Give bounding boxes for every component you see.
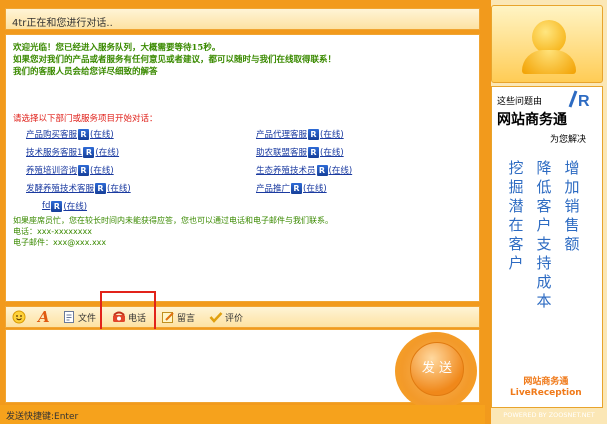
welcome-line: 我们的客服人员会给您详尽细致的解答	[13, 67, 158, 77]
agent-avatar-body	[522, 50, 576, 74]
agent-avatar-icon	[532, 20, 566, 54]
ad-bottom-brand: 网站商务通 LiveReception	[510, 377, 582, 399]
welcome-line: 如果您对我们的产品或者服务有任何意见或者建议，都可以随时与我们在线取得联系！	[13, 55, 337, 65]
send-shortcut-hint: 发送快捷键:Enter	[6, 412, 79, 422]
ad-bottom-brand-name: 网站商务通	[523, 377, 569, 387]
department-status[interactable]: (在线)	[320, 128, 344, 140]
online-r-icon: R	[78, 128, 90, 140]
file-button[interactable]: 文件	[62, 310, 96, 324]
rate-button[interactable]: 评价	[209, 310, 243, 324]
contact-line: 如果座席员忙，您在较长时间内未能获得应答，您也可以通过电话和电子邮件与我们联系。	[13, 216, 333, 225]
department-link-eco-tech[interactable]: 生态养殖技术员 R (在线)	[256, 164, 352, 176]
welcome-message: 欢迎光临！您已经进入服务队列，大概需要等待15秒。 如果您对我们的产品或者服务有…	[13, 42, 336, 78]
ad-solve-text: 为您解决	[550, 135, 587, 145]
livereception-logo-icon: R	[568, 90, 590, 109]
department-link-agent[interactable]: 产品代理客服 R (在线)	[256, 128, 344, 140]
ad-slogan-column: 挖掘潜在客户	[508, 159, 524, 272]
powered-by-text: POWERED BY ZOOSNET.NET	[503, 411, 595, 419]
file-label[interactable]: 文件	[78, 311, 96, 324]
smiley-icon	[12, 310, 26, 324]
online-r-icon: R	[83, 146, 95, 158]
send-button[interactable]: 发 送	[410, 342, 464, 396]
online-r-icon: R	[95, 182, 107, 194]
department-name[interactable]: 产品推广	[256, 182, 290, 194]
online-r-icon: R	[316, 164, 328, 176]
contact-email: 电子邮件：xxx@xxx.xxx	[13, 238, 107, 247]
chat-transcript[interactable]: 欢迎光临！您已经进入服务队列，大概需要等待15秒。 如果您对我们的产品或者服务有…	[5, 34, 480, 302]
department-name[interactable]: 技术服务客服1	[26, 146, 82, 158]
check-mark-icon	[209, 312, 223, 323]
department-status[interactable]: (在线)	[320, 146, 344, 158]
conversation-title-bar: 4tr正在和您进行对话..	[5, 8, 480, 30]
emoji-button[interactable]	[12, 310, 28, 324]
department-link-fd[interactable]: fd R (在线)	[42, 200, 87, 212]
ad-slogan-column: 增加销售额	[564, 159, 580, 253]
leave-message-button[interactable]: 留言	[161, 310, 195, 324]
agent-avatar-panel	[491, 5, 603, 83]
file-icon	[64, 311, 74, 323]
department-name[interactable]: 助农联盟客服	[256, 146, 307, 158]
department-name[interactable]: 发酵养殖技术客服	[26, 182, 94, 194]
department-link-promotion[interactable]: 产品推广 R (在线)	[256, 182, 327, 194]
rate-label[interactable]: 评价	[225, 311, 243, 324]
department-name[interactable]: 产品代理客服	[256, 128, 307, 140]
department-status[interactable]: (在线)	[63, 200, 87, 212]
department-link-sales[interactable]: 产品购买客服 R (在线)	[26, 128, 114, 140]
pencil-note-icon	[162, 312, 174, 323]
choose-department-prompt: 请选择以下部门或服务项目开始对话：	[13, 114, 158, 124]
ad-bottom-brand-sub: LiveReception	[510, 388, 582, 398]
online-r-icon: R	[51, 200, 63, 212]
department-status[interactable]: (在线)	[303, 182, 327, 194]
ad-brand-name: 网站商务通	[497, 112, 567, 128]
department-link-farm-alliance[interactable]: 助农联盟客服 R (在线)	[256, 146, 344, 158]
status-bar: 发送快捷键:Enter	[0, 405, 485, 424]
department-status[interactable]: (在线)	[90, 164, 114, 176]
department-name[interactable]: 生态养殖技术员	[256, 164, 316, 176]
department-link-fermentation[interactable]: 发酵养殖技术客服 R (在线)	[26, 182, 131, 194]
font-button[interactable]: A	[38, 308, 54, 326]
ad-slogan-column: 降低客户支持成本	[536, 159, 552, 310]
leave-message-label[interactable]: 留言	[177, 311, 195, 324]
online-r-icon: R	[78, 164, 90, 176]
department-link-tech-service[interactable]: 技术服务客服1 R (在线)	[26, 146, 119, 158]
department-status[interactable]: (在线)	[90, 128, 114, 140]
department-status[interactable]: (在线)	[95, 146, 119, 158]
contact-info: 如果座席员忙，您在较长时间内未能获得应答，您也可以通过电话和电子邮件与我们联系。…	[13, 215, 333, 248]
department-status[interactable]: (在线)	[107, 182, 131, 194]
department-name[interactable]: 养殖培训咨询	[26, 164, 77, 176]
department-name[interactable]: fd	[42, 201, 50, 211]
online-r-icon: R	[291, 182, 303, 194]
ad-intro-text: 这些问题由	[497, 97, 543, 107]
svg-text:R: R	[578, 93, 590, 109]
online-r-icon: R	[308, 128, 320, 140]
contact-phone: 电话：xxx-xxxxxxxx	[13, 227, 92, 236]
conversation-title: 4tr正在和您进行对话..	[12, 18, 113, 29]
welcome-line: 欢迎光临！您已经进入服务队列，大概需要等待15秒。	[13, 43, 221, 53]
online-r-icon: R	[308, 146, 320, 158]
font-a-icon: A	[38, 308, 50, 326]
sidebar: 这些问题由 R 网站商务通 为您解决 挖掘潜在客户 降低客户支持成本 增加销售额…	[491, 0, 607, 424]
message-toolbar: A 文件 电话 留言 评价	[5, 306, 480, 328]
department-status[interactable]: (在线)	[329, 164, 353, 176]
department-link-training[interactable]: 养殖培训咨询 R (在线)	[26, 164, 114, 176]
department-name[interactable]: 产品购买客服	[26, 128, 77, 140]
advertisement-panel: 这些问题由 R 网站商务通 为您解决 挖掘潜在客户 降低客户支持成本 增加销售额…	[491, 86, 603, 408]
